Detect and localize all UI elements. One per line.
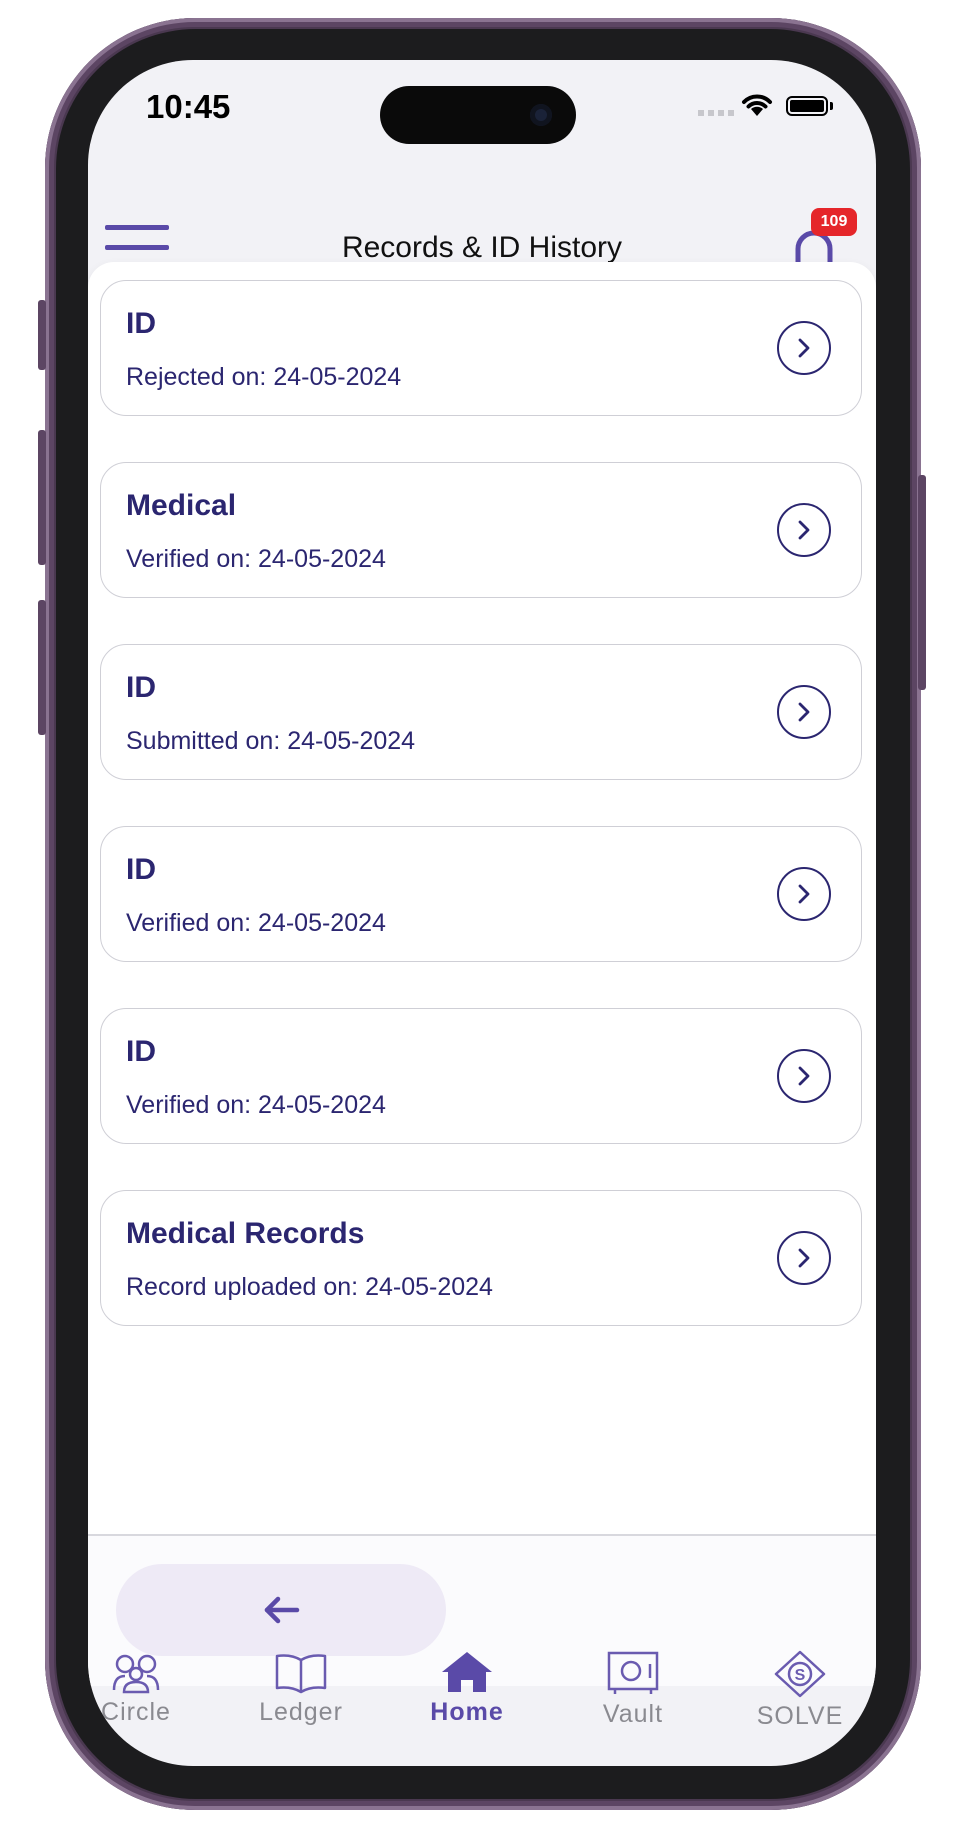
back-button[interactable]: [116, 1564, 446, 1656]
people-icon: [112, 1654, 160, 1694]
cellular-signal-icon: [698, 110, 736, 116]
record-card[interactable]: Medical Records Record uploaded on: 24-0…: [100, 1190, 862, 1326]
safe-icon: [607, 1651, 659, 1694]
record-status: Verified on: 24-05-2024: [126, 545, 386, 573]
tab-label: Ledger: [259, 1698, 343, 1726]
power-button: [918, 475, 926, 690]
tab-label: Circle: [101, 1698, 171, 1726]
dynamic-island: [380, 86, 576, 144]
tab-label: Vault: [602, 1700, 664, 1728]
record-title: ID: [126, 671, 156, 704]
home-icon: [442, 1652, 492, 1692]
page-title: Records & ID History: [341, 231, 623, 264]
notification-badge: 109: [811, 208, 857, 236]
tab-label: SOLVE: [756, 1702, 844, 1730]
record-title: ID: [126, 307, 156, 340]
records-list: ID Rejected on: 24-05-2024 Medical Verif…: [88, 262, 876, 1686]
chevron-right-icon[interactable]: [777, 503, 831, 557]
tab-vault[interactable]: Vault: [563, 1650, 703, 1729]
battery-cap: [830, 102, 833, 110]
chevron-right-icon[interactable]: [777, 321, 831, 375]
solve-diamond-icon: S: [774, 1650, 826, 1698]
tab-home[interactable]: Home: [397, 1650, 537, 1727]
action-button: [38, 300, 46, 370]
chevron-right-icon[interactable]: [777, 1049, 831, 1103]
chevron-right-icon[interactable]: [777, 685, 831, 739]
record-title: ID: [126, 853, 156, 886]
record-title: Medical Records: [126, 1217, 365, 1250]
record-card[interactable]: ID Verified on: 24-05-2024: [100, 826, 862, 962]
volume-up-button: [38, 430, 46, 565]
tab-solve[interactable]: S SOLVE: [730, 1650, 870, 1731]
wifi-icon: [742, 94, 772, 116]
book-icon: [275, 1654, 327, 1694]
record-status: Record uploaded on: 24-05-2024: [126, 1273, 493, 1301]
phone-screen: 10:45 Records & ID History 109 ID Reject…: [88, 60, 876, 1766]
record-title: ID: [126, 1035, 156, 1068]
chevron-right-icon[interactable]: [777, 867, 831, 921]
record-status: Verified on: 24-05-2024: [126, 1091, 386, 1119]
record-status: Rejected on: 24-05-2024: [126, 363, 402, 391]
bottom-tab-bar: Circle Ledger Home Vault S SOLVE: [88, 1650, 876, 1760]
chevron-right-icon[interactable]: [777, 1231, 831, 1285]
arrow-left-icon: [264, 1596, 300, 1624]
tab-label: Home: [430, 1698, 504, 1726]
record-card[interactable]: ID Submitted on: 24-05-2024: [100, 644, 862, 780]
volume-down-button: [38, 600, 46, 735]
record-status: Verified on: 24-05-2024: [126, 909, 386, 937]
record-card[interactable]: ID Rejected on: 24-05-2024: [100, 280, 862, 416]
svg-text:S: S: [795, 1667, 806, 1684]
record-status: Submitted on: 24-05-2024: [126, 727, 416, 755]
tab-ledger[interactable]: Ledger: [231, 1650, 371, 1727]
record-card[interactable]: ID Verified on: 24-05-2024: [100, 1008, 862, 1144]
status-time: 10:45: [146, 88, 231, 125]
record-card[interactable]: Medical Verified on: 24-05-2024: [100, 462, 862, 598]
tab-circle[interactable]: Circle: [88, 1650, 206, 1727]
record-title: Medical: [126, 489, 237, 522]
camera-icon: [530, 104, 552, 126]
battery-icon: [786, 96, 828, 116]
